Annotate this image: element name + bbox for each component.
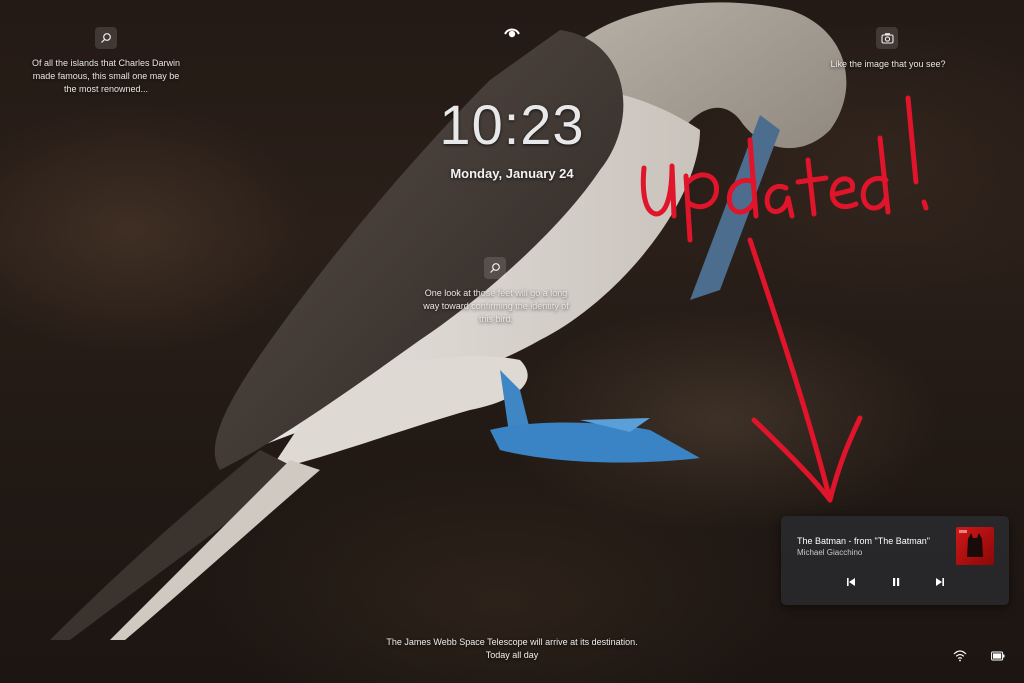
like-image-button[interactable]: [876, 27, 898, 49]
camera-icon: [880, 33, 894, 44]
spotlight-info-button[interactable]: [95, 27, 117, 49]
pause-icon: [893, 578, 900, 586]
lockscreen-date: Monday, January 24: [450, 166, 574, 181]
search-icon: [490, 263, 500, 273]
pause-button[interactable]: [886, 574, 906, 590]
calendar-event-title: The James Webb Space Telescope will arri…: [386, 637, 638, 647]
spotlight-caption-center: One look at those feet will go a long wa…: [398, 287, 594, 326]
caption-line: way toward confirming the identity of: [423, 301, 569, 311]
caption-line: the most renowned...: [63, 84, 149, 94]
eye-icon[interactable]: [503, 24, 521, 42]
media-track-artist: Michael Giacchino: [797, 548, 863, 557]
caption-line: One look at those feet will go a long: [424, 288, 568, 298]
media-controls-card[interactable]: The Batman - from "The Batman" Michael G…: [781, 516, 1009, 605]
caption-line: this bird.: [478, 314, 513, 324]
search-icon: [101, 33, 111, 43]
media-track-title: The Batman - from "The Batman": [797, 536, 930, 546]
handwritten-annotation: [640, 95, 929, 503]
spotlight-caption-top-left: Of all the islands that Charles Darwin m…: [10, 57, 202, 96]
caption-line: Of all the islands that Charles Darwin: [31, 58, 181, 68]
skip-previous-icon: [847, 578, 855, 586]
album-art-figure: [959, 530, 983, 557]
skip-next-icon: [936, 578, 944, 586]
previous-track-button[interactable]: [841, 574, 861, 590]
battery-icon[interactable]: [991, 651, 1005, 661]
wifi-icon[interactable]: [953, 650, 967, 662]
lockscreen-time: 10:23: [439, 93, 585, 156]
caption-line: made famous, this small one may be: [32, 71, 180, 81]
calendar-event-time: Today all day: [485, 650, 539, 660]
album-art: [956, 527, 994, 565]
spotlight-caption-top-right: Like the image that you see?: [830, 59, 946, 69]
next-track-button[interactable]: [930, 574, 950, 590]
spotlight-info-button-center[interactable]: [484, 257, 506, 279]
